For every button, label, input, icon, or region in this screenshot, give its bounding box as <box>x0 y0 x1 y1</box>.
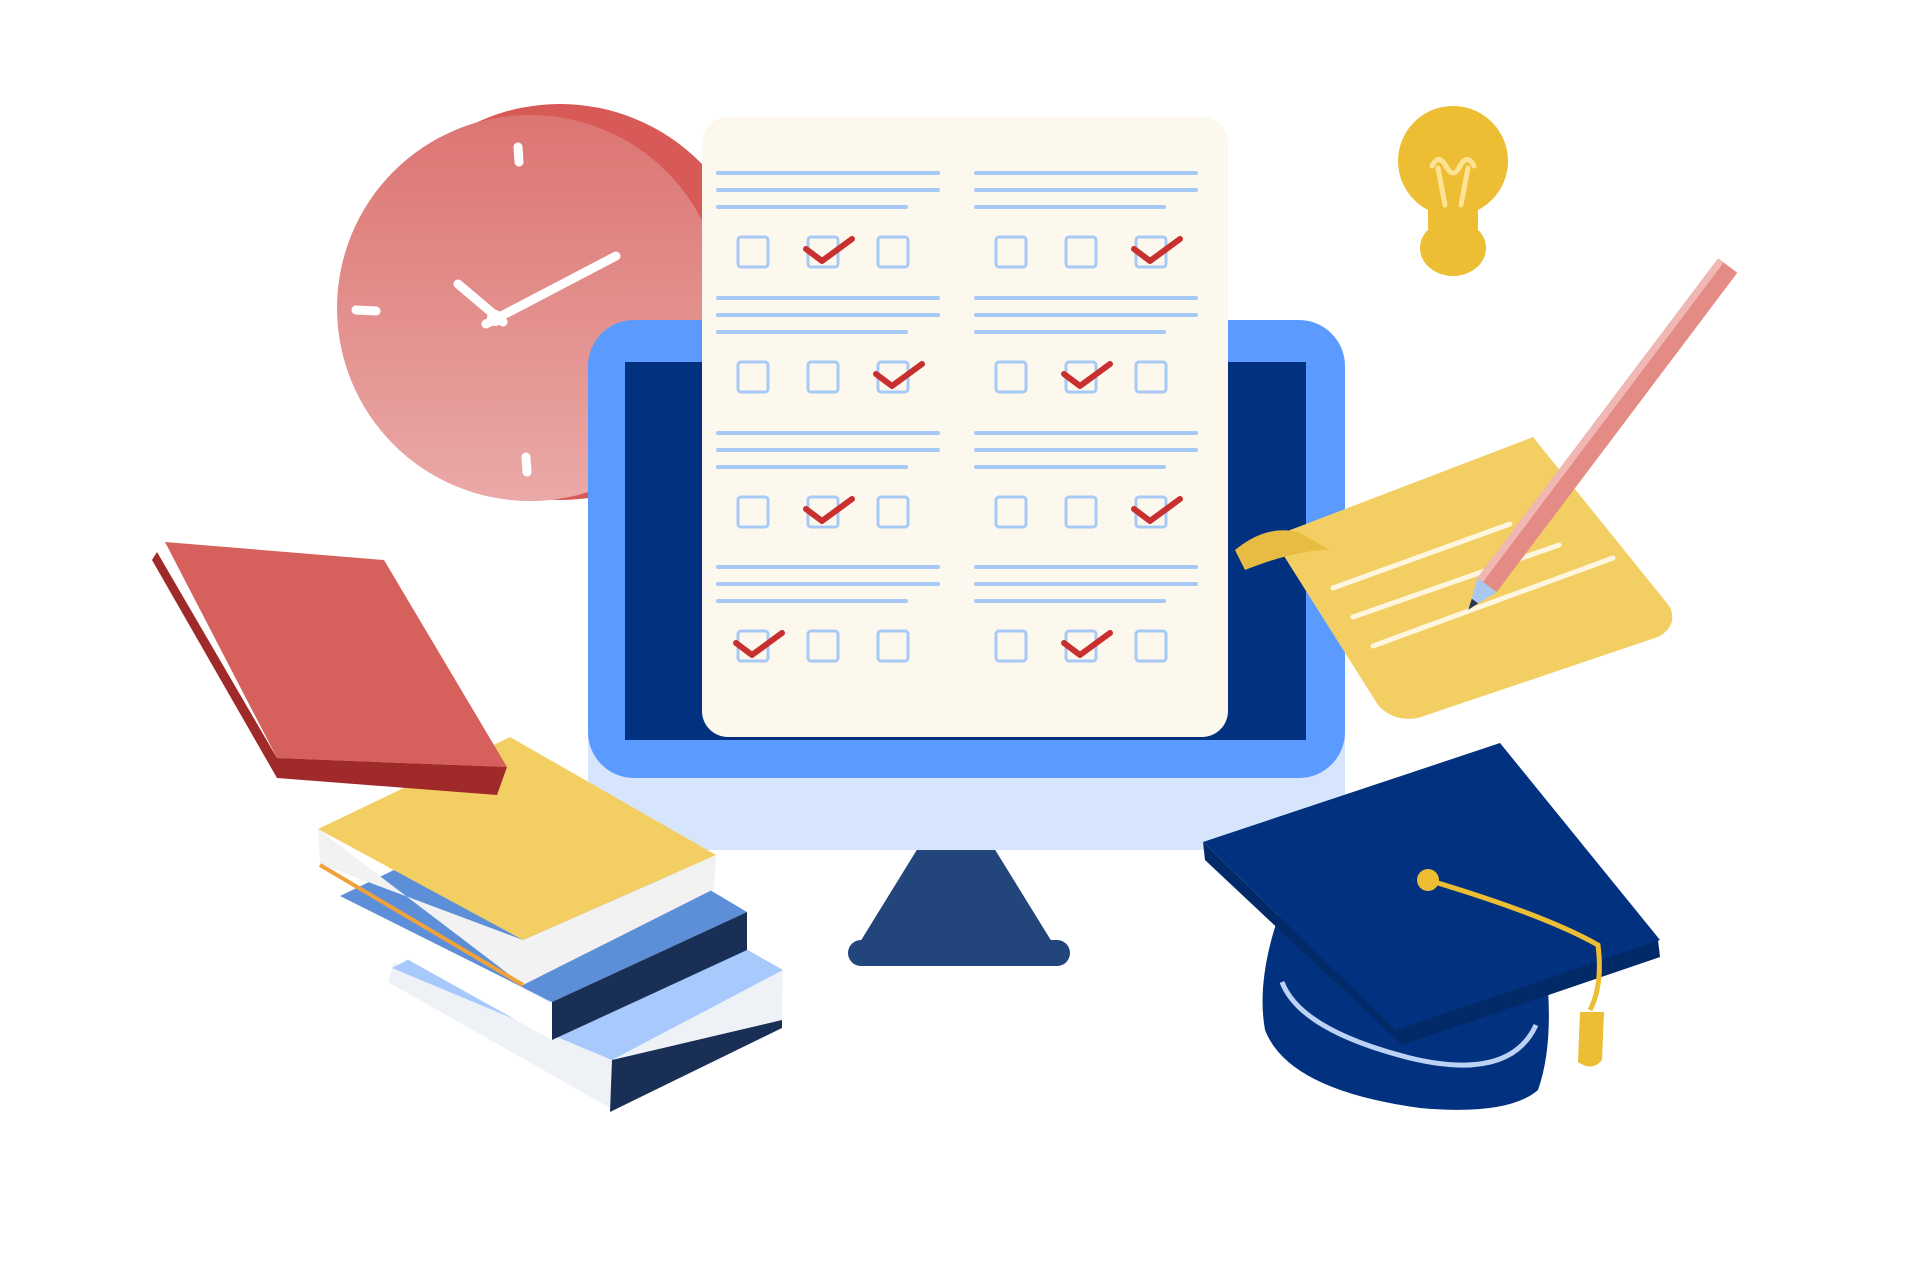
answer-sheet <box>702 117 1228 737</box>
bulb-glass <box>1398 106 1508 216</box>
bulb-base <box>1420 220 1486 276</box>
clock-tick-6 <box>521 452 532 477</box>
clock-tick-12 <box>513 142 524 167</box>
monitor-foot <box>848 940 1070 966</box>
lightbulb-icon <box>1398 106 1508 276</box>
monitor-stand <box>860 848 1052 942</box>
clock-tick-9 <box>351 305 381 316</box>
clock-pivot <box>487 310 503 326</box>
book-red <box>152 542 507 795</box>
answer-sheet-icon <box>702 117 1228 737</box>
exam-illustration <box>152 104 1738 1112</box>
cap-tassel <box>1578 1012 1604 1067</box>
